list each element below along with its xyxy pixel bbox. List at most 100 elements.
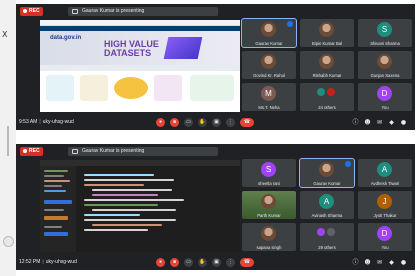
participant-tile[interactable]: A Avinash Sharma: [300, 191, 354, 219]
site-card: [46, 75, 74, 101]
shared-screen: data.gov.in HIGH VALUE DATASETS: [40, 20, 240, 112]
presenting-banner: Gaurav Kumar is presenting: [68, 7, 218, 16]
participant-tile[interactable]: Gaurav Kumar: [241, 18, 297, 48]
speaking-icon: [287, 21, 293, 27]
participant-tile[interactable]: Bipin Kumar Bal: [300, 19, 354, 47]
camera-icon[interactable]: ■: [170, 118, 179, 127]
shared-code-editor: [40, 160, 240, 252]
meeting-clock: 9:53 AM | uky-uhsg-wud: [19, 119, 74, 125]
participant-tile[interactable]: Parth Kumar: [242, 191, 296, 219]
avatar: A: [319, 194, 334, 209]
participant-tile[interactable]: sapana singh: [242, 223, 296, 251]
scroll-indicator: [7, 126, 9, 156]
present-icon: [72, 9, 78, 14]
others-avatar: [327, 88, 335, 96]
avatar: S: [261, 162, 276, 177]
avatar[interactable]: [3, 236, 14, 247]
participant-tile[interactable]: Rishabh Kumar: [300, 51, 354, 79]
participant-tile[interactable]: S Shivani Sharma: [358, 19, 412, 47]
participant-tile[interactable]: Gunjan Saxena: [358, 51, 412, 79]
end-call-icon[interactable]: ☎: [240, 258, 254, 267]
participant-tile[interactable]: A Avdhesh Tiwari: [358, 159, 412, 187]
present-icon[interactable]: ▣: [212, 118, 221, 127]
record-dot-icon: [23, 8, 27, 13]
others-avatar: [317, 88, 325, 96]
self-tile[interactable]: D You: [358, 223, 412, 251]
editor-sidebar: [40, 166, 76, 252]
meeting-controls: 12:52 PM | uky-uhsg-wud ● ■ ▭ ✋ ▣ ⋮ ☎ ⓘ ☻ …: [16, 256, 415, 270]
participant-photo: [319, 54, 334, 69]
participant-grid: Gaurav Kumar Bipin Kumar Bal S Shivani Sh…: [241, 18, 412, 113]
raise-hand-icon[interactable]: ✋: [198, 258, 207, 267]
people-icon[interactable]: ☻: [364, 119, 371, 126]
present-icon: [72, 149, 78, 154]
others-tile[interactable]: 24 others: [300, 83, 354, 111]
site-logo: data.gov.in: [50, 35, 82, 41]
avatar: S: [377, 22, 392, 37]
record-dot-icon: [23, 148, 27, 153]
participant-photo: [377, 54, 392, 69]
site-card: [154, 75, 182, 101]
participant-grid: Ssheetla rani Gaurav Kumar A Avdhesh Tiwa…: [242, 158, 412, 253]
more-options-icon[interactable]: ⋮: [226, 258, 235, 267]
site-card: [190, 75, 234, 101]
mic-icon[interactable]: ●: [156, 118, 165, 127]
more-options-icon[interactable]: ⋮: [226, 118, 235, 127]
meeting-code: uky-uhsg-wud: [42, 119, 74, 125]
present-icon[interactable]: ▣: [212, 258, 221, 267]
avatar: D: [377, 86, 392, 101]
chat-icon[interactable]: ✉: [376, 119, 383, 126]
close-icon[interactable]: X: [2, 30, 7, 39]
captions-icon[interactable]: ▭: [184, 118, 193, 127]
end-call-icon[interactable]: ☎: [240, 118, 254, 127]
participant-tile[interactable]: Ssheetla rani: [242, 159, 296, 187]
activities-icon[interactable]: ◆: [388, 119, 395, 126]
site-banner: data.gov.in HIGH VALUE DATASETS: [40, 31, 240, 65]
participant-photo: [261, 194, 276, 209]
site-search-bar: [40, 65, 240, 71]
speaking-icon: [345, 161, 351, 167]
participant-tile[interactable]: J Jyoti Thakur: [358, 191, 412, 219]
meeting-controls: 9:53 AM | uky-uhsg-wud ● ■ ▭ ✋ ▣ ⋮ ☎ ⓘ ☻ ✉…: [16, 116, 415, 130]
participant-photo: [319, 22, 334, 37]
recording-badge: REC: [20, 147, 43, 156]
site-cards: [46, 75, 234, 105]
banner-graphic: [163, 37, 203, 59]
avatar: D: [377, 226, 392, 241]
info-icon[interactable]: ⓘ: [352, 259, 359, 266]
participant-tile[interactable]: Gaurav Kumar: [299, 158, 355, 188]
participant-photo: [261, 54, 276, 69]
presenting-banner: Gaurav Kumar is presenting: [68, 147, 218, 156]
host-controls-icon[interactable]: ●: [400, 119, 407, 126]
others-avatar: [327, 228, 335, 236]
banner-headline: HIGH VALUE DATASETS: [104, 39, 159, 58]
others-avatar: [317, 228, 325, 236]
people-icon[interactable]: ☻: [364, 259, 371, 266]
others-tile[interactable]: 29 others: [300, 223, 354, 251]
host-controls-icon[interactable]: ●: [400, 259, 407, 266]
avatar: J: [377, 194, 392, 209]
participant-photo: [261, 22, 276, 37]
participant-tile[interactable]: M Ms.T. Neha: [242, 83, 296, 111]
site-card: [114, 77, 148, 99]
participant-photo: [261, 226, 276, 241]
site-card: [80, 75, 108, 101]
info-icon[interactable]: ⓘ: [352, 119, 359, 126]
meeting-clock: 12:52 PM | uky-uhsg-wud: [19, 259, 77, 265]
captions-icon[interactable]: ▭: [184, 258, 193, 267]
avatar: A: [377, 162, 392, 177]
recording-badge: REC: [20, 7, 43, 16]
activities-icon[interactable]: ◆: [388, 259, 395, 266]
raise-hand-icon[interactable]: ✋: [198, 118, 207, 127]
participant-photo: [319, 162, 334, 177]
participant-tile[interactable]: Govind Kr. Rahul: [242, 51, 296, 79]
chat-icon[interactable]: ✉: [376, 259, 383, 266]
camera-icon[interactable]: ■: [170, 258, 179, 267]
meet-window-bottom: REC Gaurav Kumar is presenting Ssheetla …: [16, 144, 415, 270]
browser-side-strip: X: [0, 0, 16, 276]
mic-icon[interactable]: ●: [156, 258, 165, 267]
meeting-code: uky-uhsg-wud: [45, 259, 77, 265]
meet-window-top: REC Gaurav Kumar is presenting data.gov.…: [16, 4, 415, 130]
self-tile[interactable]: D You: [358, 83, 412, 111]
avatar: M: [261, 86, 276, 101]
